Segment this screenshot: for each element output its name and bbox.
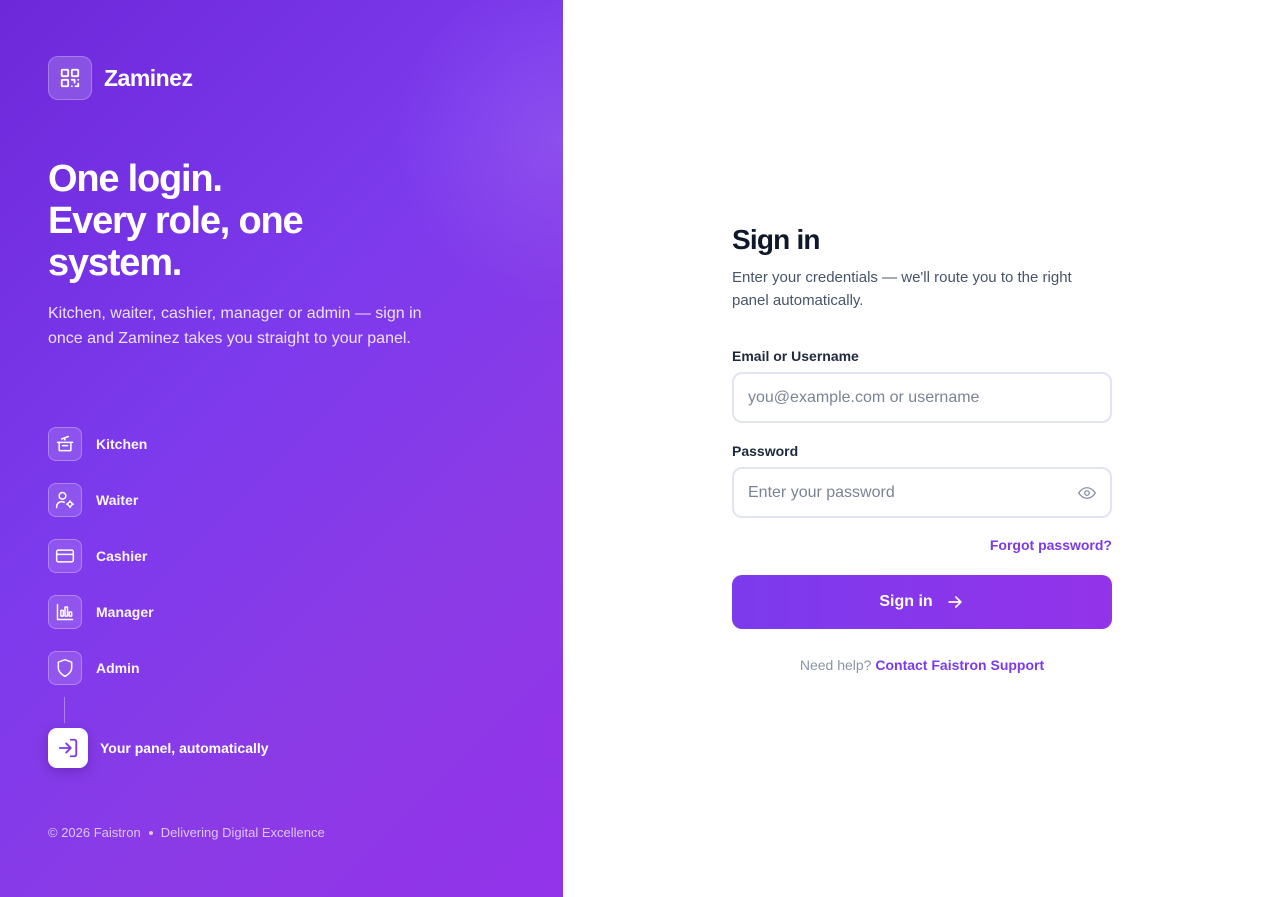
qr-code-icon — [48, 56, 92, 100]
role-label: Cashier — [96, 548, 148, 564]
forgot-password-link[interactable]: Forgot password? — [732, 537, 1112, 553]
form-description: Enter your credentials — we'll route you… — [732, 269, 1072, 309]
footer-copyright: © 2026 Faistron — [48, 825, 141, 840]
sign-in-form: Sign in Enter your credentials — we'll r… — [732, 224, 1112, 673]
headline-line: One login. — [48, 158, 223, 200]
arrow-right-icon — [945, 592, 965, 612]
role-label: Kitchen — [96, 436, 148, 452]
password-label: Password — [732, 443, 799, 459]
contact-support-link[interactable]: Contact Faistron Support — [875, 657, 1044, 673]
hero-subcopy: Kitchen, waiter, cashier, manager or adm… — [48, 305, 422, 347]
sign-in-button-label: Sign in — [879, 593, 933, 610]
sign-in-button[interactable]: Sign in — [732, 575, 1112, 629]
cooking-pot-icon — [48, 427, 82, 461]
password-field-wrapper — [732, 467, 1112, 518]
email-label: Email or Username — [732, 348, 859, 364]
role-item-admin: Admin — [48, 651, 154, 685]
form-title: Sign in — [732, 224, 821, 255]
role-item-waiter: Waiter — [48, 483, 154, 517]
role-item-kitchen: Kitchen — [48, 427, 154, 461]
final-step: Your panel, automatically — [48, 728, 269, 768]
flow-connector — [64, 697, 65, 723]
headline-line: system. — [48, 242, 182, 284]
headline-line: Every role, one — [48, 200, 304, 242]
brand-name: Zaminez — [104, 64, 193, 91]
shield-icon — [48, 651, 82, 685]
eye-icon[interactable] — [1076, 483, 1098, 503]
final-step-label: Your panel, automatically — [100, 740, 269, 756]
role-label: Admin — [96, 660, 140, 676]
login-arrow-icon — [48, 728, 88, 768]
help-prefix: Need help? — [799, 657, 872, 673]
role-list: Kitchen Waiter Cashier Manager Admin — [48, 427, 154, 707]
role-label: Waiter — [96, 492, 139, 508]
hero-headline: One login. Every role, one system. — [48, 158, 468, 284]
form-panel: Sign in Enter your credentials — we'll r… — [563, 0, 1280, 897]
footer: © 2026 Faistron Delivering Digital Excel… — [48, 825, 325, 840]
separator-dot — [148, 830, 153, 835]
email-field-wrapper — [732, 372, 1112, 423]
brand: Zaminez — [48, 56, 193, 100]
footer-tagline: Delivering Digital Excellence — [160, 825, 325, 840]
role-item-cashier: Cashier — [48, 539, 154, 573]
user-gear-icon — [48, 483, 82, 517]
brand-panel: Zaminez One login. Every role, one syste… — [0, 0, 563, 897]
credit-card-icon — [48, 539, 82, 573]
password-field[interactable] — [748, 483, 1096, 502]
email-field[interactable] — [748, 388, 1096, 407]
role-item-manager: Manager — [48, 595, 154, 629]
help-text: Need help? Contact Faistron Support — [732, 657, 1112, 673]
bar-chart-icon — [48, 595, 82, 629]
role-label: Manager — [96, 604, 154, 620]
